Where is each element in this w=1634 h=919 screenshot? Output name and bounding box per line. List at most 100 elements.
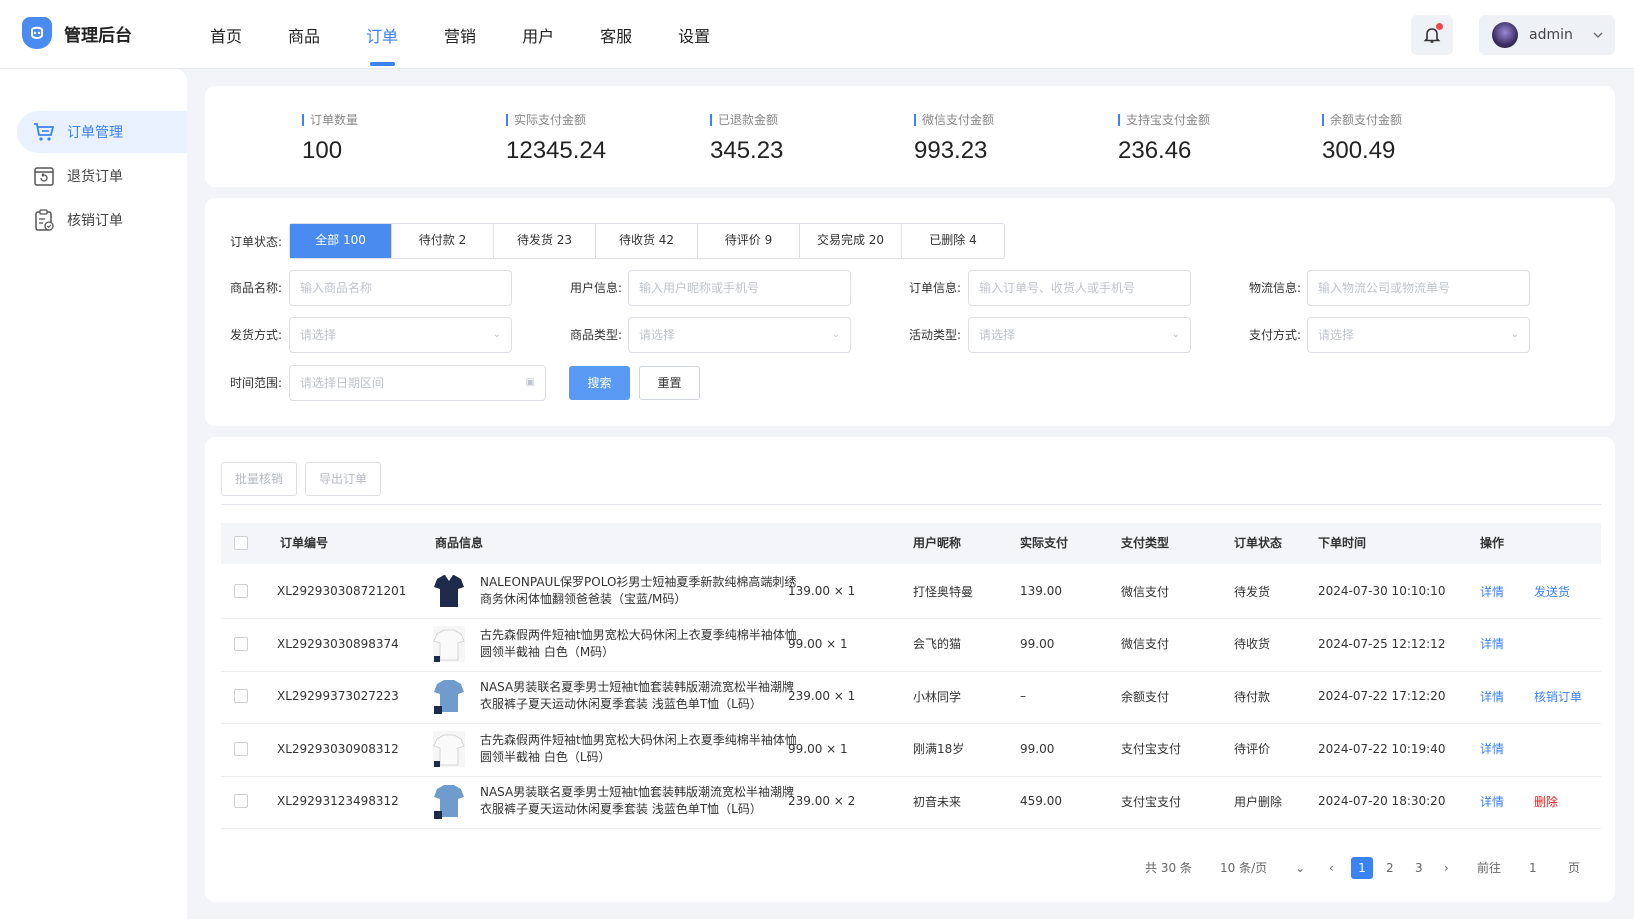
user-menu[interactable]: admin	[1479, 15, 1615, 55]
page-1[interactable]: 1	[1351, 857, 1373, 879]
return-box-icon	[34, 167, 54, 186]
actual-paid: –	[1020, 689, 1026, 703]
product-name-cell: NASA男装联名夏季男士短袖t恤套装韩版潮流宽松半袖潮牌衣服裤子夏天运动休闲夏季…	[480, 669, 800, 723]
detail-link[interactable]: 详情	[1480, 617, 1504, 671]
actual-paid: 99.00	[1020, 741, 1055, 756]
nav-service[interactable]: 客服	[585, 0, 647, 69]
tab-pending-receipt[interactable]: 待收货 42	[596, 224, 698, 258]
chevron-right-icon[interactable]: ›	[1444, 857, 1449, 879]
sidebar-item-return-orders[interactable]: 退货订单	[17, 155, 187, 197]
select-placeholder: 请选择	[979, 328, 1016, 342]
order-id: XL29293030908312	[277, 741, 399, 756]
sidebar-item-order-management[interactable]: 订单管理	[17, 111, 187, 153]
col-product-info: 商品信息	[435, 536, 484, 550]
shipping-method-select[interactable]: 请选择 ⌄	[289, 317, 512, 353]
payment-method-select[interactable]: 请选择 ⌄	[1307, 317, 1530, 353]
nav-settings[interactable]: 设置	[663, 0, 725, 69]
stat-label: 微信支付金额	[914, 114, 994, 126]
row-checkbox[interactable]	[234, 741, 248, 756]
stat-label: 余额支付金额	[1322, 114, 1402, 126]
actual-paid: 99.00	[1020, 636, 1055, 651]
tab-pending-shipment[interactable]: 待发货 23	[494, 224, 596, 258]
sidebar-item-label: 退货订单	[67, 169, 123, 185]
action-link[interactable]: 核销订单	[1534, 669, 1582, 723]
chevron-down-icon	[1593, 32, 1603, 38]
stat-label: 支持宝支付金额	[1118, 114, 1210, 126]
product-thumbnail	[434, 575, 464, 607]
nav-home[interactable]: 首页	[195, 0, 257, 69]
page-size-value: 10 条/页	[1220, 861, 1268, 875]
notification-button[interactable]	[1411, 15, 1453, 55]
product-type-label: 商品类型:	[569, 328, 622, 342]
table-row: XL292930308721201 NALEONPAUL保罗POLO衫男士短袖夏季…	[221, 564, 1601, 619]
activity-type-label: 活动类型:	[908, 328, 961, 342]
action-link[interactable]: 发送货	[1534, 564, 1570, 618]
stat-balance-paid: 余额支付金额 300.49	[1322, 113, 1402, 165]
tab-pending-payment[interactable]: 待付款 2	[392, 224, 494, 258]
col-order-id: 订单编号	[280, 536, 329, 550]
detail-link[interactable]: 详情	[1480, 669, 1504, 723]
order-info-input[interactable]: 输入订单号、收货人或手机号	[968, 270, 1191, 306]
search-button[interactable]: 搜索	[569, 366, 630, 400]
col-pay-type: 支付类型	[1121, 536, 1170, 550]
chevron-down-icon: ⌄	[1295, 861, 1306, 875]
export-orders-button[interactable]: 导出订单	[305, 462, 381, 496]
activity-type-select[interactable]: 请选择 ⌄	[968, 317, 1191, 353]
detail-link[interactable]: 详情	[1480, 722, 1504, 776]
nav-marketing[interactable]: 营销	[429, 0, 491, 69]
table-header: 订单编号 商品信息 用户昵称 实际支付 支付类型 订单状态 下单时间 操作	[221, 523, 1601, 564]
shield-logo-icon	[22, 17, 52, 49]
page-3[interactable]: 3	[1415, 857, 1423, 879]
product-thumbnail	[433, 730, 465, 767]
user-info-input[interactable]: 输入用户昵称或手机号	[628, 270, 851, 306]
goto-input[interactable]: 1	[1529, 857, 1537, 879]
row-checkbox[interactable]	[234, 794, 248, 808]
date-range-picker[interactable]: 请选择日期区间 ▣	[289, 365, 546, 401]
goto-label: 前往	[1477, 861, 1502, 875]
tab-pending-review[interactable]: 待评价 9	[698, 224, 800, 258]
nav-orders[interactable]: 订单	[351, 0, 413, 69]
batch-verify-button[interactable]: 批量核销	[221, 462, 297, 496]
stat-value: 236.46	[1118, 137, 1192, 164]
detail-link[interactable]: 详情	[1480, 564, 1504, 618]
table-row: XL29293030908312 古先森假两件短袖t恤男宽松大码休闲上衣夏季纯棉半…	[221, 722, 1601, 777]
order-status-label: 订单状态:	[229, 235, 282, 249]
sidebar-item-verify-orders[interactable]: 核销订单	[17, 199, 187, 241]
product-name-input[interactable]: 输入商品名称	[289, 270, 512, 306]
select-all-checkbox[interactable]	[234, 536, 248, 550]
reset-button[interactable]: 重置	[639, 366, 700, 400]
logistics-info-label: 物流信息:	[1248, 281, 1301, 295]
page-2[interactable]: 2	[1386, 857, 1394, 879]
col-actions: 操作	[1480, 536, 1505, 550]
row-checkbox[interactable]	[234, 584, 248, 598]
product-name-cell: NALEONPAUL保罗POLO衫男士短袖夏季新款纯棉高端刺绣商务休闲体恤翻领爸…	[480, 564, 800, 618]
row-checkbox[interactable]	[234, 689, 248, 703]
row-checkbox[interactable]	[234, 636, 248, 651]
logistics-info-input[interactable]: 输入物流公司或物流单号	[1307, 270, 1530, 306]
page-unit-label: 页	[1568, 861, 1581, 875]
table-row: XL29293123498312 NASA男装联名夏季男士短袖t恤套装韩版潮流宽松…	[221, 774, 1601, 829]
nav-users[interactable]: 用户	[507, 0, 569, 69]
product-image	[431, 617, 467, 671]
order-status: 待付款	[1234, 689, 1271, 704]
stat-label: 订单数量	[302, 114, 358, 126]
tab-deleted[interactable]: 已删除 4	[902, 224, 1004, 258]
chevron-down-icon: ⌄	[831, 329, 840, 340]
order-info-label: 订单信息:	[908, 281, 961, 295]
stat-wechat-paid: 微信支付金额 993.23	[914, 113, 994, 165]
chevron-down-icon: ⌄	[492, 329, 501, 340]
order-status: 待发货	[1234, 584, 1271, 599]
detail-link[interactable]: 详情	[1480, 774, 1504, 828]
stat-value: 100	[302, 137, 343, 164]
pay-type: 微信支付	[1121, 584, 1170, 599]
page-size-select[interactable]: 10 条/页 ⌄	[1220, 857, 1305, 879]
product-image	[431, 669, 467, 723]
chevron-left-icon[interactable]: ‹	[1329, 857, 1334, 879]
nav-products[interactable]: 商品	[273, 0, 335, 69]
orders-table-card: 批量核销 导出订单 订单编号 商品信息 用户昵称 实际支付 支付类型 订单状态 …	[205, 437, 1615, 902]
logo[interactable]: 管理后台	[22, 17, 132, 49]
product-type-select[interactable]: 请选择 ⌄	[628, 317, 851, 353]
delete-link[interactable]: 删除	[1534, 774, 1558, 828]
tab-all[interactable]: 全部 100	[290, 224, 392, 258]
tab-completed[interactable]: 交易完成 20	[800, 224, 902, 258]
